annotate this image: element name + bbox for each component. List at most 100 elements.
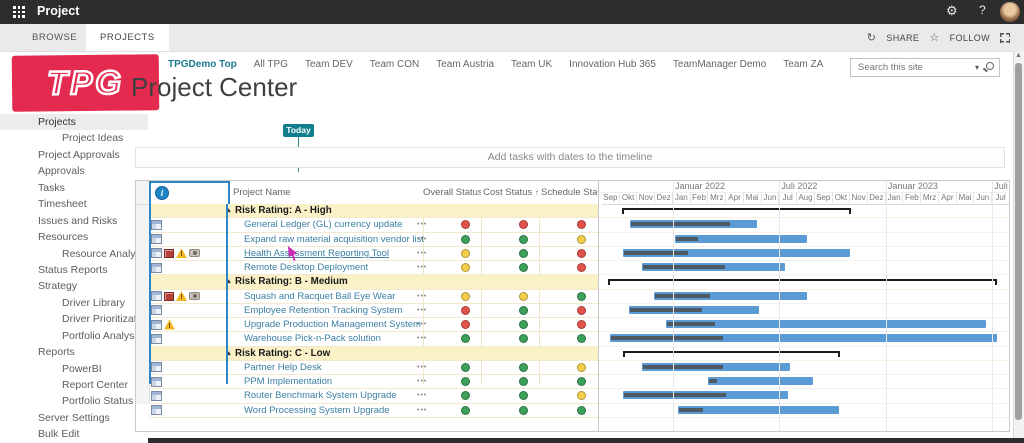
collapse-triangle-icon[interactable]: ▴ [227,349,231,357]
row-menu-icon[interactable]: ••• [417,233,427,246]
suite-bar: Project ⚙ ? [0,0,1024,24]
sidebar-item-reports[interactable]: Reports [0,344,148,360]
group-row-risk-rating-c-low[interactable]: ▴Risk Rating: C - Low [149,347,598,361]
tab-projects[interactable]: PROJECTS [86,24,169,51]
user-avatar[interactable] [1000,2,1020,22]
table-row[interactable]: Warehouse Pick-n-Pack solution••• [149,332,598,346]
table-row[interactable]: Remote Desktop Deployment••• [149,261,598,275]
table-row[interactable]: Router Benchmark System Upgrade••• [149,389,598,403]
sidebar-item-project-ideas[interactable]: Project Ideas [0,130,148,146]
gantt-bar[interactable] [654,292,807,300]
grid-header-row: i Project Name Overall Status Cost Statu… [136,181,598,205]
sidebar-item-powerbi[interactable]: PowerBI [0,361,148,377]
column-header-cost-status[interactable]: Cost Status ↑ [483,181,539,204]
page-scrollbar-thumb[interactable] [1015,63,1022,420]
app-launcher-icon[interactable] [13,6,25,18]
nav-link-team-con[interactable]: Team CON [370,59,419,70]
gantt-gridline [886,181,887,431]
info-column-header[interactable]: i [149,181,230,206]
gantt-month-cell: Jan [673,192,691,204]
collapse-triangle-icon[interactable]: ▴ [227,206,231,214]
search-icon[interactable] [986,62,994,70]
table-row[interactable]: Expand raw material acquisition vendor l… [149,233,598,247]
gantt-bar[interactable] [630,220,757,228]
group-row-risk-rating-b-medium[interactable]: ▴Risk Rating: B - Medium [149,275,598,289]
sidebar-item-portfolio-status[interactable]: Portfolio Status [0,393,148,409]
nav-link-tpgdemo-top[interactable]: TPGDemo Top [168,59,237,70]
gantt-bar[interactable] [610,334,997,342]
scrollbar-up-arrow-icon[interactable]: ▲ [1015,52,1022,59]
sidebar-item-driver-prioritization[interactable]: Driver Prioritization [0,311,148,327]
follow-button[interactable]: FOLLOW [950,33,990,43]
table-row[interactable]: !Squash and Racquet Ball Eye Wear••• [149,290,598,304]
timeline-add-tasks-bar[interactable]: Add tasks with dates to the timeline [135,147,1005,168]
row-menu-icon[interactable]: ••• [417,361,427,374]
sidebar-item-approvals[interactable]: Approvals [0,163,148,179]
group-label: Risk Rating: A - High [235,204,332,217]
nav-link-team-uk[interactable]: Team UK [511,59,552,70]
sidebar-item-timesheet[interactable]: Timesheet [0,196,148,212]
gantt-bar[interactable] [678,406,839,414]
tab-browse[interactable]: BROWSE [18,24,91,51]
help-icon[interactable]: ? [979,3,986,17]
column-header-overall-status[interactable]: Overall Status [423,181,481,204]
row-menu-icon[interactable]: ••• [417,247,427,260]
gantt-bar[interactable] [623,391,788,399]
gantt-bar[interactable] [666,320,986,328]
row-menu-icon[interactable]: ••• [417,375,427,388]
sidebar-item-projects[interactable]: Projects [0,114,148,130]
cost-status-indicator [519,263,528,272]
collapse-triangle-icon[interactable]: ▴ [227,277,231,285]
row-menu-icon[interactable]: ••• [417,290,427,303]
nav-link-all-tpg[interactable]: All TPG [254,59,288,70]
table-row[interactable]: General Ledger (GL) currency update••• [149,218,598,232]
nav-link-team-austria[interactable]: Team Austria [436,59,494,70]
search-input[interactable] [856,60,968,75]
sidebar-item-portfolio-analyses[interactable]: Portfolio Analyses [0,328,148,344]
sidebar-item-strategy[interactable]: Strategy [0,278,148,294]
focus-mode-icon[interactable] [1000,33,1010,43]
gantt-bar[interactable] [708,377,813,385]
sidebar-item-resources[interactable]: Resources [0,229,148,245]
row-menu-icon[interactable]: ••• [417,261,427,274]
column-header-schedule-status[interactable]: Schedule Status [541,181,597,204]
row-menu-icon[interactable]: ••• [417,404,427,417]
group-row-risk-rating-a-high[interactable]: ▴ Risk Rating: A - High [149,204,598,218]
table-row[interactable]: PPM Implementation••• [149,375,598,389]
nav-link-team-za[interactable]: Team ZA [783,59,823,70]
table-row[interactable]: Employee Retention Tracking System••• [149,304,598,318]
nav-link-innovation-hub-365[interactable]: Innovation Hub 365 [569,59,656,70]
row-menu-icon[interactable]: ••• [417,332,427,345]
sidebar-item-tasks[interactable]: Tasks [0,180,148,196]
sidebar-item-server-settings[interactable]: Server Settings [0,410,148,426]
table-row[interactable]: !Health Assessment Reporting Tool••• [149,247,598,261]
sidebar-item-bulk-edit[interactable]: Bulk Edit [0,426,148,442]
sidebar-item-status-reports[interactable]: Status Reports [0,262,148,278]
gantt-bar[interactable] [629,306,759,314]
row-menu-icon[interactable]: ••• [417,218,427,231]
row-menu-icon[interactable]: ••• [417,389,427,402]
gantt-bar[interactable] [642,263,785,271]
follow-star-icon: ☆ [929,31,939,44]
project-icon [151,305,162,315]
row-menu-icon[interactable]: ••• [417,304,427,317]
nav-link-teammanager-demo[interactable]: TeamManager Demo [673,59,766,70]
row-menu-icon[interactable]: ••• [417,318,427,331]
gantt-bar[interactable] [675,235,807,243]
sidebar-item-report-center[interactable]: Report Center [0,377,148,393]
sidebar-item-driver-library[interactable]: Driver Library [0,295,148,311]
table-row[interactable]: Partner Help Desk••• [149,361,598,375]
column-header-project-name[interactable]: Project Name [233,181,398,204]
share-button[interactable]: SHARE [886,33,919,43]
gantt-bar[interactable] [642,363,790,371]
settings-gear-icon[interactable]: ⚙ [946,3,958,19]
nav-link-team-dev[interactable]: Team DEV [305,59,353,70]
sidebar-item-resource-analysis[interactable]: Resource Analysis [0,246,148,262]
gantt-progress-bar [643,265,725,269]
search-scope-caret-icon[interactable]: ▾ [975,63,979,72]
table-row[interactable]: !Upgrade Production Management System••• [149,318,598,332]
table-row[interactable]: Word Processing System Upgrade••• [149,404,598,418]
sidebar-item-issues-and-risks[interactable]: Issues and Risks [0,213,148,229]
gantt-bar[interactable] [623,249,850,257]
sidebar-item-project-approvals[interactable]: Project Approvals [0,147,148,163]
